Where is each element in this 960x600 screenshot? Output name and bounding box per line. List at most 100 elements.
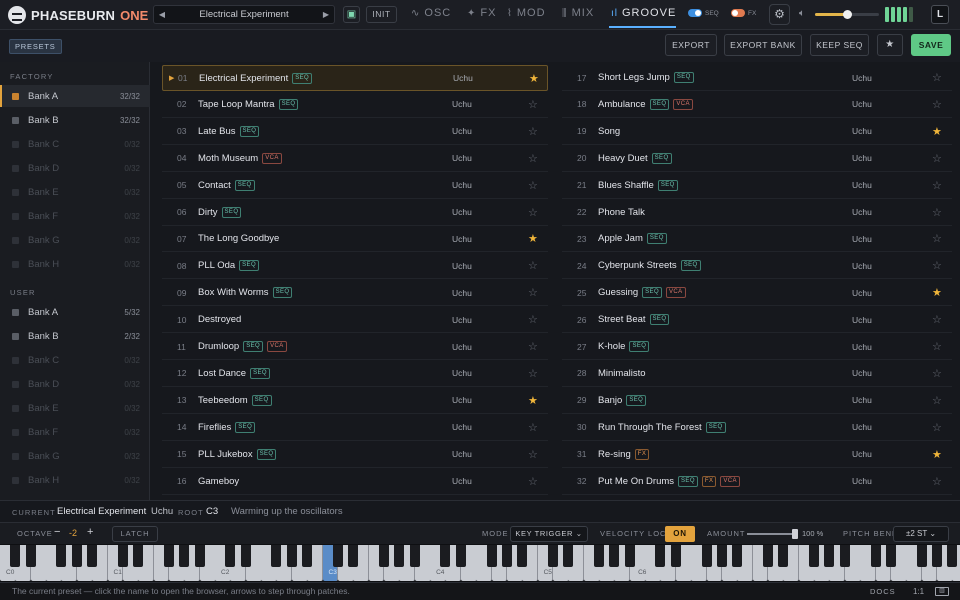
amount-knob[interactable] [792,529,798,539]
preset-name[interactable]: Cyberpunk Streets SEQ [598,260,701,272]
black-key[interactable] [670,545,681,567]
mode-select[interactable]: KEY TRIGGER ⌄ [510,526,588,542]
preset-row[interactable]: 08 PLL Oda SEQ Uchu ☆ [162,253,548,280]
black-key[interactable] [10,545,21,567]
keyboard-icon[interactable]: ▥ [935,587,949,596]
black-key[interactable] [609,545,620,567]
preset-row[interactable]: 07 The Long Goodbye Uchu ★ [162,226,548,253]
favorite-star-icon[interactable]: ☆ [528,206,538,219]
preset-name[interactable]: Guessing SEQ VCA [598,287,686,299]
keep-seq-button[interactable]: KEEP SEQ [810,34,869,56]
black-key[interactable] [240,545,251,567]
black-key[interactable] [117,545,128,567]
fx-switch[interactable] [731,9,745,17]
black-key[interactable] [133,545,144,567]
preset-name[interactable]: Electrical Experiment SEQ [199,72,313,84]
preset-name[interactable]: Contact SEQ [198,179,255,191]
black-key[interactable] [271,545,282,567]
black-key[interactable] [870,545,881,567]
bank-item-factory-bank-c[interactable]: Bank C 0/32 [0,133,150,155]
favorite-star-icon[interactable]: ★ [528,232,538,245]
black-key[interactable] [655,545,666,567]
bank-item-factory-bank-d[interactable]: Bank D 0/32 [0,157,150,179]
black-key[interactable] [778,545,789,567]
preset-row[interactable]: 15 PLL Jukebox SEQ Uchu ☆ [162,442,548,468]
black-key[interactable] [701,545,712,567]
preset-name[interactable]: Heavy Duet SEQ [598,152,672,164]
black-key[interactable] [594,545,605,567]
favorite-star-icon[interactable]: ☆ [932,179,942,192]
black-key[interactable] [286,545,297,567]
export-bank-button[interactable]: EXPORT BANK [724,34,802,56]
preset-row[interactable]: 10 Destroyed Uchu ☆ [162,307,548,334]
black-key[interactable] [885,545,896,567]
preset-name[interactable]: K-hole SEQ [598,341,650,352]
octave-down-button[interactable]: − [54,526,60,538]
favorite-star-icon[interactable]: ☆ [528,152,538,165]
init-button[interactable]: INIT [366,6,397,23]
preset-name[interactable]: Banjo SEQ [598,394,647,406]
black-key[interactable] [809,545,820,567]
black-key[interactable] [763,545,773,567]
black-key[interactable] [455,545,466,567]
favorite-star-icon[interactable]: ☆ [528,286,538,299]
preset-name[interactable]: Blues Shaffle SEQ [598,179,678,191]
black-key[interactable] [486,545,497,567]
black-key[interactable] [225,545,236,567]
black-key[interactable] [624,545,635,567]
preset-row[interactable]: 20 Heavy Duet SEQ Uchu ☆ [562,146,952,172]
black-key[interactable] [87,545,98,567]
black-key[interactable] [194,545,205,567]
preset-name[interactable]: Put Me On Drums SEQ FX VCA [598,475,740,487]
volume-knob[interactable] [843,10,852,19]
favorite-star-icon[interactable]: ☆ [932,313,942,326]
preset-row[interactable]: 16 Gameboy Uchu ☆ [162,469,548,495]
favorite-star-icon[interactable]: ☆ [528,340,538,353]
preset-row[interactable]: 06 Dirty SEQ Uchu ☆ [162,200,548,226]
preset-row[interactable]: 28 Minimalisto Uchu ☆ [562,361,952,387]
favorite-star-icon[interactable]: ☆ [932,206,942,219]
tab-groove[interactable]: ıl GROOVE [611,7,676,19]
preset-row[interactable]: 24 Cyberpunk Streets SEQ Uchu ☆ [562,253,952,280]
tab-fx[interactable]: ✦ FX [467,7,496,19]
current-preset-name[interactable]: Electrical Experiment [170,9,318,20]
preset-name[interactable]: Gameboy [198,476,239,487]
settings-gear-icon[interactable]: ⚙ [769,4,790,25]
bank-item-user-bank-c[interactable]: Bank C 0/32 [0,349,150,371]
preset-row[interactable]: 11 Drumloop SEQ VCA Uchu ☆ [162,334,548,360]
favorite-star-icon[interactable]: ★ [932,125,942,138]
preset-row[interactable]: 31 Re-sing FX Uchu ★ [562,442,952,468]
preset-row[interactable]: 32 Put Me On Drums SEQ FX VCA Uchu ☆ [562,469,952,495]
black-key[interactable] [824,545,835,567]
preset-name[interactable]: Phone Talk [598,207,645,218]
favorite-star-icon[interactable]: ☆ [932,340,942,353]
seq-switch[interactable] [688,9,702,17]
black-key[interactable] [409,545,420,567]
fx-toggle[interactable]: FX [731,9,756,17]
bank-item-factory-bank-f[interactable]: Bank F 0/32 [0,205,150,227]
preset-name[interactable]: Re-sing FX [598,448,650,460]
preset-row[interactable]: 26 Street Beat SEQ Uchu ☆ [562,307,952,334]
preset-name[interactable]: PLL Jukebox SEQ [198,448,277,460]
preset-row[interactable]: 23 Apple Jam SEQ Uchu ☆ [562,226,952,253]
black-key[interactable] [394,545,405,567]
preset-name[interactable]: Dirty SEQ [198,206,242,218]
black-key[interactable] [179,545,190,567]
black-key[interactable] [916,545,927,567]
preset-row[interactable]: 04 Moth Museum VCA Uchu ☆ [162,146,548,172]
preset-name[interactable]: PLL Oda SEQ [198,260,260,272]
favorite-star-icon[interactable]: ☆ [932,98,942,111]
export-button[interactable]: EXPORT [665,34,717,56]
preset-name[interactable]: Late Bus SEQ [198,125,260,137]
seq-toggle[interactable]: SEQ [688,9,719,17]
black-key[interactable] [163,545,174,567]
octave-up-button[interactable]: + [87,526,93,538]
preset-name[interactable]: Lost Dance SEQ [198,367,270,379]
favorite-star-icon[interactable]: ☆ [528,98,538,111]
preset-name[interactable]: Tape Loop Mantra SEQ [198,98,299,110]
bank-item-user-bank-g[interactable]: Bank G 0/32 [0,445,150,467]
velocity-lock-toggle[interactable]: ON [665,526,695,542]
preset-row[interactable]: 09 Box With Worms SEQ Uchu ☆ [162,280,548,307]
preset-row[interactable]: 05 Contact SEQ Uchu ☆ [162,173,548,199]
amount-slider[interactable] [747,529,798,539]
